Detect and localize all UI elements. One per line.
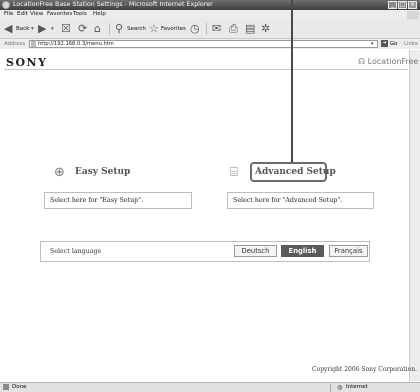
locationfree-logo-text: LocationFree xyxy=(367,57,419,66)
easy-setup-icon: ⊕ xyxy=(54,165,65,180)
forward-dropdown-icon[interactable]: ▾ xyxy=(51,23,54,35)
stop-icon[interactable]: ☒ xyxy=(61,22,71,35)
address-dropdown-icon[interactable]: ▾ xyxy=(371,41,374,47)
easy-setup-title[interactable]: Easy Setup xyxy=(75,167,130,177)
page-content xyxy=(0,50,409,381)
windows-flag-icon xyxy=(407,11,419,19)
language-francais-button[interactable]: Français xyxy=(329,245,368,257)
title-bar: LocationFree Base Station Settings - Mic… xyxy=(0,0,420,10)
status-divider xyxy=(330,384,331,392)
menu-bar: File Edit View Favorites Tools Help xyxy=(0,10,420,19)
security-zone-label: Internet xyxy=(346,384,368,390)
advanced-setup-icon: ⌸ xyxy=(230,165,238,180)
language-label: Select language xyxy=(50,248,102,255)
language-english-button[interactable]: English xyxy=(281,245,324,257)
links-button[interactable]: Links xyxy=(404,39,418,49)
minimize-button[interactable]: _ xyxy=(388,1,397,9)
sony-logo: SONY xyxy=(6,56,48,69)
internet-zone-icon: ◍ xyxy=(337,384,343,391)
back-label[interactable]: Back xyxy=(16,23,29,35)
address-url[interactable]: http://192.168.0.3/menu.htm xyxy=(38,41,114,48)
favorites-star-icon[interactable]: ☆ xyxy=(149,22,159,35)
menu-edit[interactable]: Edit xyxy=(17,10,28,19)
status-bar: Done ◍ Internet xyxy=(0,382,420,392)
history-icon[interactable]: ◷ xyxy=(190,22,200,35)
refresh-icon[interactable]: ⟳ xyxy=(78,22,87,35)
favorites-label[interactable]: Favorites xyxy=(161,23,186,35)
forward-icon[interactable]: ▶ xyxy=(38,22,46,35)
page-icon xyxy=(31,41,36,47)
search-label[interactable]: Search xyxy=(127,23,146,35)
address-label: Address xyxy=(4,41,26,47)
go-button[interactable]: Go xyxy=(390,39,397,49)
copyright-text: Copyright 2006 Sony Corporation. xyxy=(312,366,417,373)
toolbar: ◀ Back ▾ ▶ ▾ ☒ ⟳ ⌂ ⚲ Search ☆ Favorites … xyxy=(0,19,420,39)
go-arrow-icon[interactable]: ➔ xyxy=(381,40,388,47)
back-icon[interactable]: ◀ xyxy=(4,22,12,35)
advanced-setup-title[interactable]: Advanced Setup xyxy=(255,167,336,177)
maximize-button[interactable]: □ xyxy=(398,1,407,9)
menu-help[interactable]: Help xyxy=(93,10,106,19)
language-deutsch-button[interactable]: Deutsch xyxy=(234,245,277,257)
home-icon[interactable]: ⌂ xyxy=(94,22,101,35)
easy-setup-link[interactable]: Select here for "Easy Setup". xyxy=(44,192,192,209)
menu-file[interactable]: File xyxy=(4,10,13,19)
close-button[interactable]: × xyxy=(408,1,417,9)
back-dropdown-icon[interactable]: ▾ xyxy=(31,23,34,35)
search-icon[interactable]: ⚲ xyxy=(115,22,123,35)
menu-tools[interactable]: Tools xyxy=(73,10,87,19)
page-done-icon xyxy=(3,384,9,390)
locationfree-logo-icon: ☊ xyxy=(358,57,368,66)
toolbar-separator xyxy=(109,23,110,35)
header-divider xyxy=(4,69,408,70)
edit-icon[interactable]: ▤ xyxy=(245,22,255,35)
ie-icon xyxy=(2,1,10,9)
address-bar: Address http://192.168.0.3/menu.htm ▾ ➔ … xyxy=(0,39,420,49)
locationfree-logo: ☊ LocationFree xyxy=(358,57,418,66)
callout-line xyxy=(291,0,293,163)
vertical-scrollbar[interactable] xyxy=(409,50,420,381)
toolbar-separator xyxy=(206,23,207,35)
window-title: LocationFree Base Station Settings - Mic… xyxy=(13,1,213,8)
address-input[interactable]: http://192.168.0.3/menu.htm ▾ xyxy=(29,40,378,48)
messenger-icon[interactable]: ✲ xyxy=(261,22,270,35)
menu-favorites[interactable]: Favorites xyxy=(47,10,72,19)
print-icon[interactable]: ⎙ xyxy=(229,22,238,35)
advanced-setup-link[interactable]: Select here for "Advanced Setup". xyxy=(227,192,374,209)
status-text: Done xyxy=(12,384,27,390)
menu-view[interactable]: View xyxy=(30,10,43,19)
mail-icon[interactable]: ✉ xyxy=(212,22,221,35)
